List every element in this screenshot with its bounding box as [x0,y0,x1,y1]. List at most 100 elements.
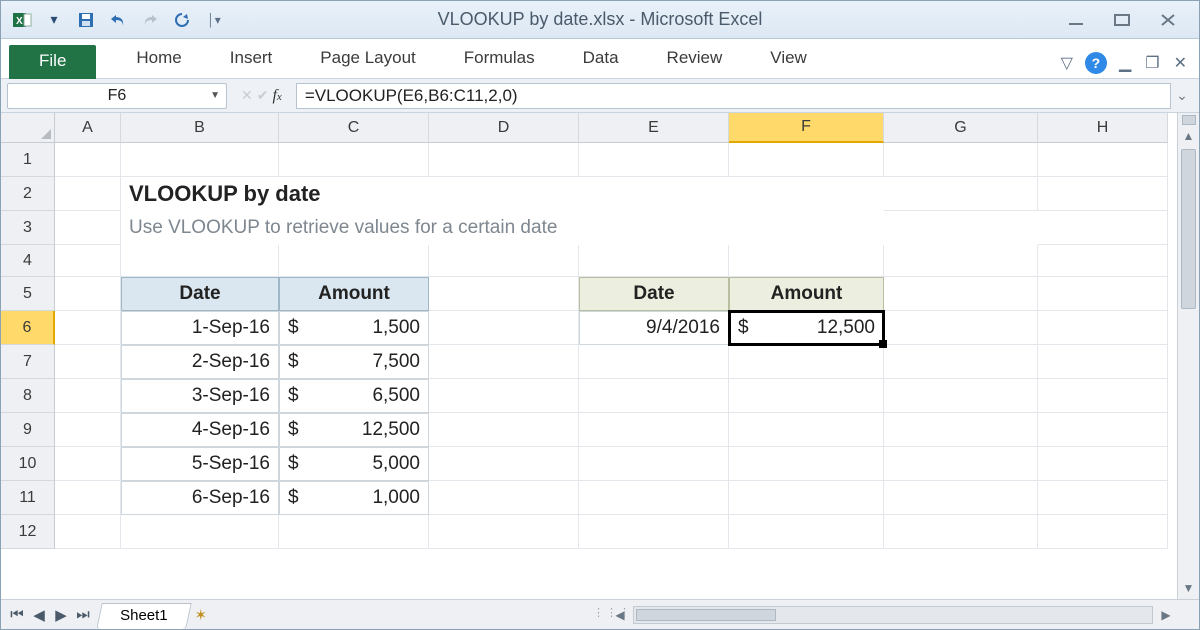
save-icon[interactable] [71,7,101,33]
cell-F7[interactable] [729,345,884,379]
cell-F10[interactable] [729,447,884,481]
table1-date-3[interactable]: 3-Sep-16 [121,379,279,413]
column-header-B[interactable]: B [121,113,279,143]
tab-split-grip[interactable]: ⋮⋮⋮ [593,606,632,619]
cell-B12[interactable] [121,515,279,549]
cell-A1[interactable] [55,143,121,177]
row-header-8[interactable]: 8 [1,379,55,413]
cell-C1[interactable] [279,143,429,177]
sheet-nav-prev-icon[interactable]: ◀ [29,606,49,624]
cell-B4[interactable] [121,245,279,277]
row-header-6[interactable]: 6 [1,311,55,345]
vertical-scrollbar[interactable]: ▲▼ [1177,113,1199,599]
table1-amount-6[interactable]: $1,000 [279,481,429,515]
horizontal-scrollbar[interactable]: ◀ ▶ [611,605,1199,625]
row-header-12[interactable]: 12 [1,515,55,549]
hscroll-right-icon[interactable]: ▶ [1157,608,1175,622]
undo-icon[interactable] [103,7,133,33]
cell-G1[interactable] [884,143,1038,177]
cell-F4[interactable] [729,245,884,277]
cell-E8[interactable] [579,379,729,413]
cell-A5[interactable] [55,277,121,311]
sheet-nav-next-icon[interactable]: ▶ [51,606,71,624]
cell-H5[interactable] [1038,277,1168,311]
formula-input[interactable] [296,83,1171,109]
cell-F9[interactable] [729,413,884,447]
column-header-E[interactable]: E [579,113,729,143]
cell-G10[interactable] [884,447,1038,481]
cell-A6[interactable] [55,311,121,345]
tab-insert[interactable]: Insert [206,40,297,78]
split-handle[interactable] [1182,115,1196,125]
doc-close-icon[interactable]: ✕ [1172,53,1189,73]
cell-D11[interactable] [429,481,579,515]
file-tab[interactable]: File [9,45,96,79]
cell-H1[interactable] [1038,143,1168,177]
column-header-H[interactable]: H [1038,113,1168,143]
excel-icon[interactable]: X [7,7,37,33]
doc-restore-icon[interactable]: ❐ [1143,53,1161,73]
row-header-10[interactable]: 10 [1,447,55,481]
cell-B1[interactable] [121,143,279,177]
cell-A8[interactable] [55,379,121,413]
cell-A3[interactable] [55,211,121,245]
cell-F1[interactable] [729,143,884,177]
table1-date-2[interactable]: 2-Sep-16 [121,345,279,379]
doc-minimize-icon[interactable]: ▁ [1117,53,1133,73]
cell-D4[interactable] [429,245,579,277]
table1-date-4[interactable]: 4-Sep-16 [121,413,279,447]
cell-F12[interactable] [729,515,884,549]
ribbon-collapse-icon[interactable]: ▽ [1059,53,1075,73]
vscroll-track[interactable] [1178,147,1199,577]
cell-E12[interactable] [579,515,729,549]
hscroll-track[interactable] [633,606,1153,624]
cell-G7[interactable] [884,345,1038,379]
select-all-corner[interactable] [1,113,55,143]
formula-expand-icon[interactable]: ⌄ [1171,87,1193,104]
cell-H6[interactable] [1038,311,1168,345]
cell-A9[interactable] [55,413,121,447]
cell-D6[interactable] [429,311,579,345]
cell-D10[interactable] [429,447,579,481]
cells-area[interactable]: VLOOKUP by dateUse VLOOKUP to retrieve v… [55,143,1177,599]
maximize-button[interactable] [1105,9,1139,31]
sheet-nav-first-icon[interactable]: ⏮ [7,606,27,624]
row-header-4[interactable]: 4 [1,245,55,277]
refresh-icon[interactable] [167,7,197,33]
table1-amount-2[interactable]: $7,500 [279,345,429,379]
name-box-dropdown-icon[interactable]: ▼ [210,90,220,101]
row-header-9[interactable]: 9 [1,413,55,447]
cell-G4[interactable] [884,245,1038,277]
cell-H8[interactable] [1038,379,1168,413]
cell-D8[interactable] [429,379,579,413]
cell-A11[interactable] [55,481,121,515]
cell-E7[interactable] [579,345,729,379]
tab-review[interactable]: Review [643,40,747,78]
tab-page-layout[interactable]: Page Layout [296,40,439,78]
table1-amount-3[interactable]: $6,500 [279,379,429,413]
sheet-tab[interactable]: Sheet1 [96,603,191,629]
cell-D7[interactable] [429,345,579,379]
minimize-button[interactable] [1059,9,1093,31]
cell-E11[interactable] [579,481,729,515]
cell-G6[interactable] [884,311,1038,345]
cell-E1[interactable] [579,143,729,177]
sheet-nav-last-icon[interactable]: ⏭ [73,606,93,624]
hscroll-thumb[interactable] [636,609,776,621]
row-header-2[interactable]: 2 [1,177,55,211]
cell-G8[interactable] [884,379,1038,413]
cell-C4[interactable] [279,245,429,277]
cell-G12[interactable] [884,515,1038,549]
cell-A7[interactable] [55,345,121,379]
table1-amount-4[interactable]: $12,500 [279,413,429,447]
qat-dropdown-icon[interactable]: ▾ [39,7,69,33]
cell-H2[interactable] [1038,177,1168,211]
cell-A12[interactable] [55,515,121,549]
column-header-D[interactable]: D [429,113,579,143]
cell-F11[interactable] [729,481,884,515]
vscroll-up-icon[interactable]: ▲ [1178,125,1199,147]
column-header-G[interactable]: G [884,113,1038,143]
tab-formulas[interactable]: Formulas [440,40,559,78]
qat-more-icon[interactable]: │▾ [199,7,229,33]
cell-A2[interactable] [55,177,121,211]
